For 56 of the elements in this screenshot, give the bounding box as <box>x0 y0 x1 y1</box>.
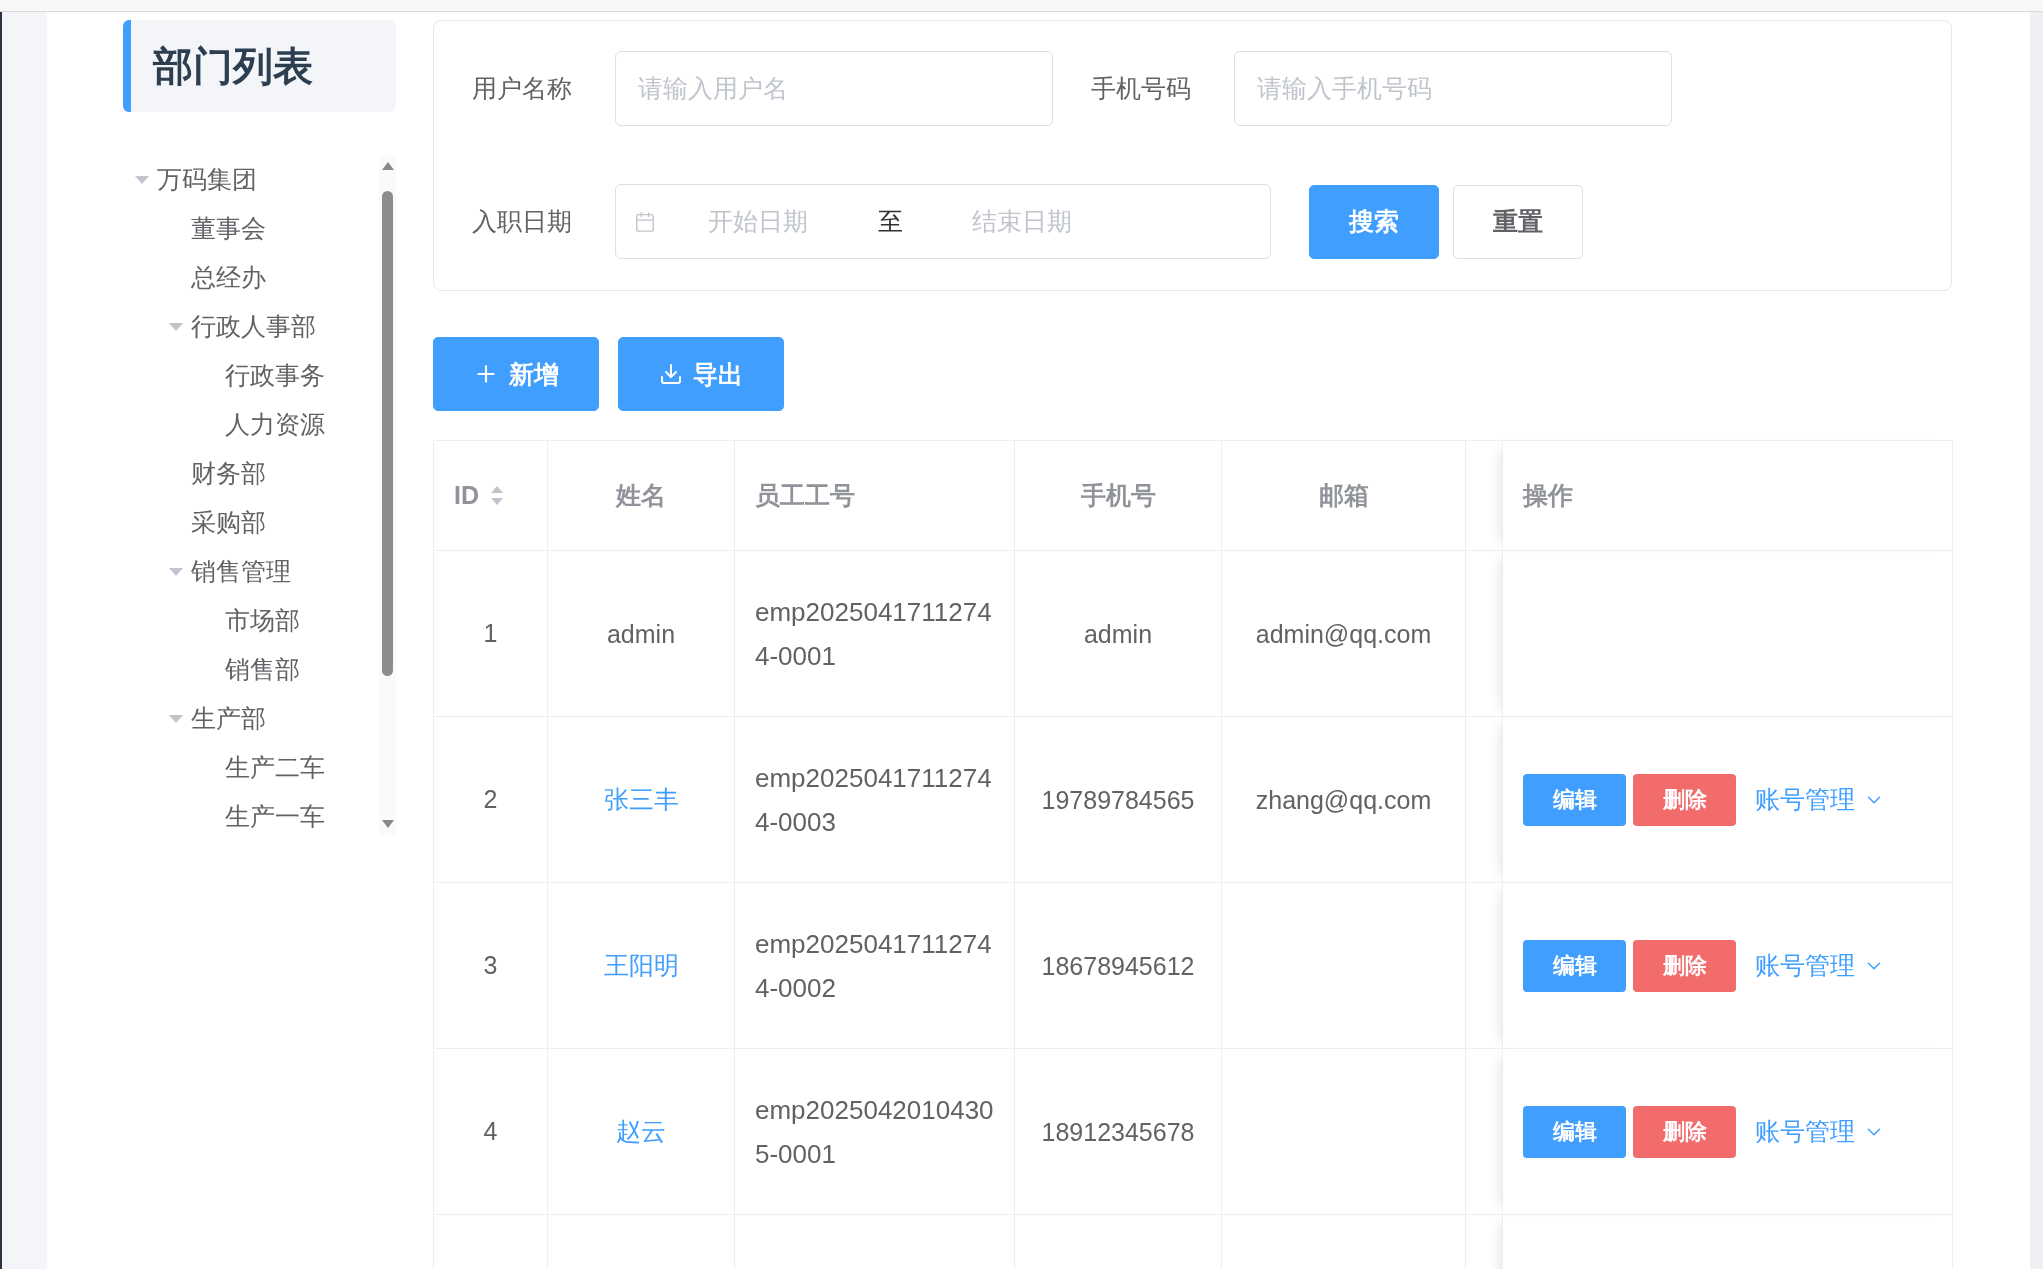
reset-button[interactable]: 重置 <box>1453 184 1583 259</box>
start-date-input[interactable]: 开始日期 <box>656 206 860 237</box>
sidebar-title: 部门列表 <box>153 42 313 90</box>
scroll-up-icon[interactable] <box>381 161 394 171</box>
caret-icon[interactable] <box>169 713 183 724</box>
name-text: admin <box>606 619 676 648</box>
page-scrollbar[interactable] <box>2030 12 2043 1269</box>
field-label: 手机号码 <box>1091 73 1192 104</box>
tree-item[interactable]: 生产一车 <box>225 800 325 833</box>
tree-item[interactable]: 行政事务 <box>225 359 325 392</box>
column-header: 邮箱 <box>1221 440 1466 551</box>
column-header: 姓名 <box>547 440 735 551</box>
phone-text: 18912345678 <box>1041 1117 1195 1146</box>
end-date-input[interactable]: 结束日期 <box>920 206 1124 237</box>
download-icon <box>659 362 683 386</box>
column-header: 员工工号 <box>734 440 1015 551</box>
field-label: 用户名称 <box>472 73 573 104</box>
email-text: admin@qq.com <box>1255 619 1432 648</box>
tree-item[interactable]: 总经办 <box>191 261 266 294</box>
column-header: 操作 <box>1502 440 1953 551</box>
scroll-down-icon[interactable] <box>381 819 394 829</box>
input-field[interactable]: 请输入手机号码 <box>1234 51 1672 126</box>
date-range-field[interactable]: 开始日期 至 结束日期 <box>615 184 1271 259</box>
column-header[interactable]: ID <box>433 440 548 551</box>
tree-item[interactable]: 市场部 <box>225 604 300 637</box>
employee-number: emp20250417112744-0003 <box>755 761 993 839</box>
scrollbar[interactable] <box>379 155 396 835</box>
employee-number: emp20250420104305-0001 <box>755 1093 994 1171</box>
phone-text: 18678945612 <box>1041 951 1195 980</box>
phone-text: 19789784565 <box>1041 785 1195 814</box>
tree-item[interactable]: 销售管理 <box>191 555 291 588</box>
range-separator: 至 <box>876 206 904 237</box>
table-cell: 2 <box>433 716 548 883</box>
tree-item[interactable]: 万码集团 <box>157 163 257 196</box>
employee-number: emp20250417112744-0001 <box>755 595 993 673</box>
tree-item[interactable]: 人力资源 <box>225 408 325 441</box>
column-header: 手机号 <box>1014 440 1222 551</box>
tree-item[interactable]: 董事会 <box>191 212 266 245</box>
tree-item[interactable]: 生产二车 <box>225 751 325 784</box>
tree-item[interactable]: 采购部 <box>191 506 266 539</box>
tree-item[interactable]: 生产部 <box>191 702 266 735</box>
caret-icon[interactable] <box>169 566 183 577</box>
caret-icon[interactable] <box>135 174 149 185</box>
tree-item[interactable]: 行政人事部 <box>191 310 316 343</box>
tree-item[interactable]: 财务部 <box>191 457 266 490</box>
table-cell: 1 <box>433 550 548 717</box>
phone-text: admin <box>1083 619 1153 648</box>
table-cell: 3 <box>433 882 548 1049</box>
table-cell: 4 <box>433 1048 548 1215</box>
calendar-icon <box>634 210 656 233</box>
tree-item[interactable]: 销售部 <box>225 653 300 686</box>
email-text: zhang@qq.com <box>1255 785 1432 814</box>
caret-icon[interactable] <box>169 321 183 332</box>
input-field[interactable]: 请输入用户名 <box>615 51 1053 126</box>
field-label: 入职日期 <box>472 206 573 237</box>
employee-number: emp20250417112744-0002 <box>755 927 993 1005</box>
